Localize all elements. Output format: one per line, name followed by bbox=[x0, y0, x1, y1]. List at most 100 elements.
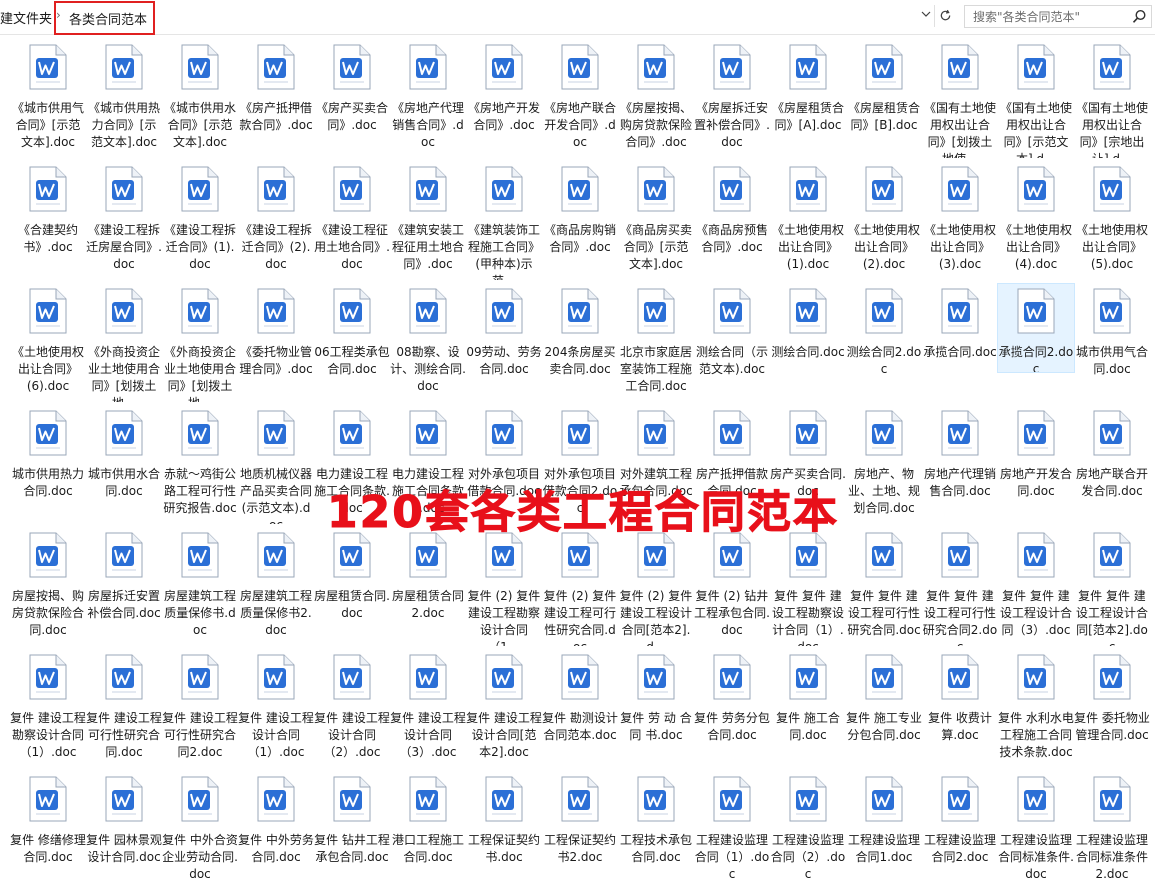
file-item[interactable]: 复件 施工专业分包合同.doc bbox=[846, 650, 922, 768]
file-item[interactable]: 复件 收费计算.doc bbox=[922, 650, 998, 768]
file-item[interactable]: 复件 园林景观设计合同.doc bbox=[86, 772, 162, 890]
file-item[interactable]: 房地产开发合同.doc bbox=[998, 406, 1074, 524]
file-item[interactable]: 复件 复件 建设工程设计合同[范本2].doc bbox=[1074, 528, 1150, 646]
search-input[interactable] bbox=[973, 8, 1123, 25]
file-item[interactable]: 《建设工程征用土地合同》.doc bbox=[314, 162, 390, 280]
file-item[interactable]: 《房地产开发合同》.doc bbox=[466, 40, 542, 158]
file-item[interactable]: 地质机械仪器产品买卖合同(示范文本).doc bbox=[238, 406, 314, 524]
file-item[interactable]: 复件 建设工程可行性研究合同2.doc bbox=[162, 650, 238, 768]
breadcrumb-parent[interactable]: 建文件夹 bbox=[0, 8, 52, 27]
file-item[interactable]: 承揽合同2.doc bbox=[997, 283, 1075, 373]
file-item[interactable]: 复件 劳 动 合 同 书.doc bbox=[618, 650, 694, 768]
file-item[interactable]: 房屋按揭、购房贷款保险合同.doc bbox=[10, 528, 86, 646]
file-item[interactable]: 《商品房买卖合同》[示范文本].doc bbox=[618, 162, 694, 280]
file-item[interactable]: 房地产、物业、土地、规划合同.doc bbox=[846, 406, 922, 524]
file-item[interactable]: 复件 水利水电工程施工合同技术条款.doc bbox=[998, 650, 1074, 768]
file-item[interactable]: 承揽合同.doc bbox=[922, 284, 998, 402]
file-item[interactable]: 测绘合同.doc bbox=[770, 284, 846, 402]
file-item[interactable]: 《商品房预售合同》.doc bbox=[694, 162, 770, 280]
file-item[interactable]: 《房地产代理销售合同》.doc bbox=[390, 40, 466, 158]
file-item[interactable]: 房屋拆迁安置补偿合同.doc bbox=[86, 528, 162, 646]
file-item[interactable]: 复件 建设工程设计合同[范本2].doc bbox=[466, 650, 542, 768]
file-item[interactable]: 工程保证契约书.doc bbox=[466, 772, 542, 890]
file-item[interactable]: 《土地使用权出让合同》(1).doc bbox=[770, 162, 846, 280]
file-item[interactable]: 房屋建筑工程质量保修书.doc bbox=[162, 528, 238, 646]
file-item[interactable]: 《建筑装饰工程施工合同》(甲种本)示范… bbox=[466, 162, 542, 280]
file-item[interactable]: 《合建契约书》.doc bbox=[10, 162, 86, 280]
file-item[interactable]: 《国有土地使用权出让合同》[划拨土地使… bbox=[922, 40, 998, 158]
file-item[interactable]: 《建设工程拆迁合同》(2).doc bbox=[238, 162, 314, 280]
file-item[interactable]: 测绘合同2.doc bbox=[846, 284, 922, 402]
file-item[interactable]: 《土地使用权出让合同》(6).doc bbox=[10, 284, 86, 402]
file-item[interactable]: 《房产抵押借款合同》.doc bbox=[238, 40, 314, 158]
file-item[interactable]: 复件 建设工程设计合同（1）.doc bbox=[238, 650, 314, 768]
file-item[interactable]: 房屋建筑工程质量保修书2.doc bbox=[238, 528, 314, 646]
file-item[interactable]: 204条房屋买卖合同.doc bbox=[542, 284, 618, 402]
file-item[interactable]: 复件 中外合资企业劳动合同.doc bbox=[162, 772, 238, 890]
file-item[interactable]: 复件 建设工程可行性研究合同.doc bbox=[86, 650, 162, 768]
file-item[interactable]: 06工程类承包合同.doc bbox=[314, 284, 390, 402]
breadcrumb-current-highlight[interactable]: 各类合同范本 bbox=[54, 1, 155, 35]
file-item[interactable]: 复件 复件 建设工程可行性研究合同.doc bbox=[846, 528, 922, 646]
file-item[interactable]: 《城市供用气合同》[示范文本].doc bbox=[10, 40, 86, 158]
file-item[interactable]: 北京市家庭居室装饰工程施工合同.doc bbox=[618, 284, 694, 402]
file-item[interactable]: 复件 中外劳务合同.doc bbox=[238, 772, 314, 890]
file-item[interactable]: 《土地使用权出让合同》(2).doc bbox=[846, 162, 922, 280]
breadcrumb-current[interactable]: 各类合同范本 bbox=[69, 9, 147, 28]
file-item[interactable]: 工程保证契约书2.doc bbox=[542, 772, 618, 890]
file-item[interactable]: 《城市供用水合同》[示范文本].doc bbox=[162, 40, 238, 158]
file-item[interactable]: 复件 复件 建设工程设计合同（3）.doc bbox=[998, 528, 1074, 646]
file-item[interactable]: 《房屋租赁合同》[B].doc bbox=[846, 40, 922, 158]
refresh-icon[interactable] bbox=[934, 5, 955, 27]
file-item[interactable]: 城市供用热力合同.doc bbox=[10, 406, 86, 524]
file-item[interactable]: 09劳动、劳务合同.doc bbox=[466, 284, 542, 402]
search-box[interactable] bbox=[964, 5, 1152, 28]
file-item[interactable]: 《房屋按揭、购房贷款保险合同》.doc bbox=[618, 40, 694, 158]
file-item[interactable]: 《房产买卖合同》.doc bbox=[314, 40, 390, 158]
file-item[interactable]: 复件 建设工程设计合同（2）.doc bbox=[314, 650, 390, 768]
file-item[interactable]: 08勘察、设计、测绘合同.doc bbox=[390, 284, 466, 402]
file-item[interactable]: 《建设工程拆迁合同》(1).doc bbox=[162, 162, 238, 280]
file-item[interactable]: 复件 建设工程勘察设计合同（1）.doc bbox=[10, 650, 86, 768]
file-item[interactable]: 复件 建设工程设计合同（3）.doc bbox=[390, 650, 466, 768]
file-item[interactable]: 《房屋拆迁安置补偿合同》.doc bbox=[694, 40, 770, 158]
file-item[interactable]: 《外商投资企业土地使用合同》[划拨土地… bbox=[86, 284, 162, 402]
file-item[interactable]: 《国有土地使用权出让合同》[示范文本].d… bbox=[998, 40, 1074, 158]
file-item[interactable]: 城市供用气合同.doc bbox=[1074, 284, 1150, 402]
file-item[interactable]: 工程建设监理合同2.doc bbox=[922, 772, 998, 890]
file-item[interactable]: 房地产代理销售合同.doc bbox=[922, 406, 998, 524]
file-item[interactable]: 城市供用水合同.doc bbox=[86, 406, 162, 524]
file-item[interactable]: 复件 施工合同.doc bbox=[770, 650, 846, 768]
file-item[interactable]: 复件 劳务分包合同.doc bbox=[694, 650, 770, 768]
file-item[interactable]: 《城市供用热力合同》[示范文本].doc bbox=[86, 40, 162, 158]
file-item[interactable]: 《土地使用权出让合同》(5).doc bbox=[1074, 162, 1150, 280]
search-icon[interactable] bbox=[1131, 8, 1148, 25]
file-item[interactable]: 测绘合同（示范文本).doc bbox=[694, 284, 770, 402]
address-bar[interactable]: 建文件夹 › 各类合同范本 bbox=[0, 0, 1155, 35]
file-item[interactable]: 复件 复件 建设工程可行性研究合同2.doc bbox=[922, 528, 998, 646]
file-item[interactable]: 《建筑安装工程征用土地合同》.doc bbox=[390, 162, 466, 280]
file-item[interactable]: 工程建设监理合同标准条件.doc bbox=[998, 772, 1074, 890]
file-item[interactable]: 《国有土地使用权出让合同》[宗地出让].d… bbox=[1074, 40, 1150, 158]
file-item[interactable]: 工程建设监理合同标准条件2.doc bbox=[1074, 772, 1150, 890]
file-item[interactable]: 复件 修缮修理合同.doc bbox=[10, 772, 86, 890]
file-item[interactable]: 复件 委托物业管理合同.doc bbox=[1074, 650, 1150, 768]
file-item[interactable]: 工程建设监理合同（2）.doc bbox=[770, 772, 846, 890]
file-item[interactable]: 《土地使用权出让合同》(4).doc bbox=[998, 162, 1074, 280]
chevron-down-icon[interactable] bbox=[916, 5, 936, 27]
file-item[interactable]: 《商品房购销合同》.doc bbox=[542, 162, 618, 280]
file-item[interactable]: 赤就～鸡街公路工程可行性研究报告.doc bbox=[162, 406, 238, 524]
file-item[interactable]: 工程建设监理合同1.doc bbox=[846, 772, 922, 890]
file-item[interactable]: 复件 勘测设计合同范本.doc bbox=[542, 650, 618, 768]
file-item[interactable]: 《房地产联合开发合同》.doc bbox=[542, 40, 618, 158]
file-item[interactable]: 《土地使用权出让合同》(3).doc bbox=[922, 162, 998, 280]
file-item[interactable]: 《房屋租赁合同》[A].doc bbox=[770, 40, 846, 158]
file-grid[interactable]: 《城市供用气合同》[示范文本].doc 《城市供用热力合同》[示范文本].doc… bbox=[0, 40, 1155, 881]
file-item[interactable]: 复件 钻井工程承包合同.doc bbox=[314, 772, 390, 890]
file-item[interactable]: 港口工程施工合同.doc bbox=[390, 772, 466, 890]
file-item[interactable]: 工程技术承包合同.doc bbox=[618, 772, 694, 890]
file-item[interactable]: 《建设工程拆迁房屋合同》.doc bbox=[86, 162, 162, 280]
file-item[interactable]: 工程建设监理合同（1）.doc bbox=[694, 772, 770, 890]
file-item[interactable]: 房地产联合开发合同.doc bbox=[1074, 406, 1150, 524]
file-item[interactable]: 《外商投资企业土地使用合同》[划拨土地… bbox=[162, 284, 238, 402]
